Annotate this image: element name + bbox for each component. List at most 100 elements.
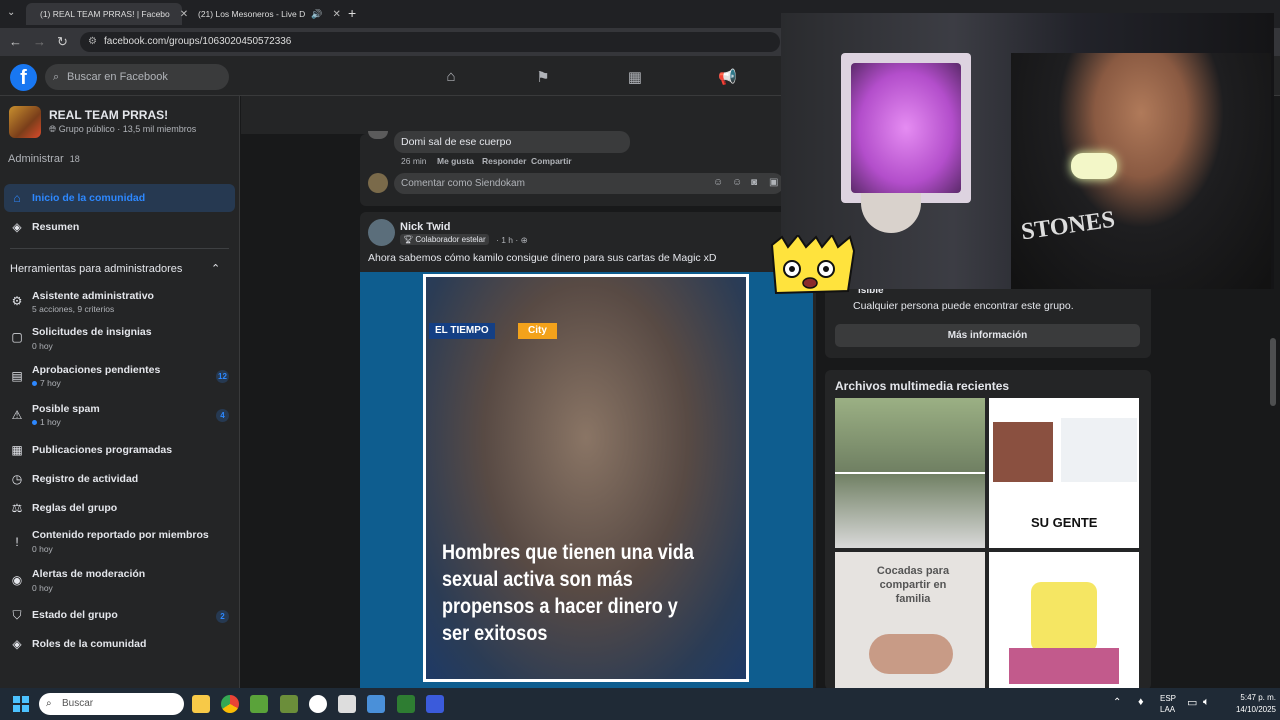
media-thumbnail[interactable]: Cocadas para compartir en familia — [835, 552, 985, 688]
network-icon[interactable]: ▭ — [1187, 696, 1197, 709]
facebook-logo-icon[interactable]: f — [10, 64, 37, 91]
post-time[interactable]: · 1 h · ⊕ — [496, 235, 528, 246]
sidebar-item-group-status[interactable]: ⛉ Estado del grupo 2 — [4, 601, 235, 629]
taskbar-search-placeholder: Buscar — [62, 698, 94, 709]
facebook-search-input[interactable]: ⌕ Buscar en Facebook — [45, 64, 229, 90]
sidebar-item-scheduled-posts[interactable]: ▦ Publicaciones programadas — [4, 436, 235, 464]
flag-nav-icon[interactable]: ⚑ — [534, 68, 552, 86]
forward-icon[interactable]: → — [33, 34, 46, 49]
microphone — [1071, 153, 1117, 179]
post-text: Ahora sabemos cómo kamilo consigue diner… — [368, 252, 717, 264]
emoji-icon[interactable]: ☺ — [732, 177, 742, 188]
home-nav-icon[interactable]: ⌂ — [442, 68, 460, 86]
clock-date[interactable]: 14/10/2025 — [1224, 705, 1276, 714]
url-text: facebook.com/groups/1063020450572336 — [104, 36, 292, 47]
volume-icon[interactable]: 🔈︎ — [1203, 696, 1210, 709]
comment-input[interactable]: Comentar como Siendokam — [394, 173, 784, 194]
collapse-chevron-icon[interactable]: ⌃ — [211, 262, 220, 275]
search-placeholder: Buscar en Facebook — [67, 71, 168, 83]
tray-chevron-icon[interactable]: ⌃ — [1113, 697, 1121, 708]
app-icon[interactable] — [309, 695, 327, 713]
media-app-icon[interactable] — [397, 695, 415, 713]
post-author-avatar[interactable] — [368, 219, 395, 246]
notepad-icon[interactable] — [338, 695, 356, 713]
sidebar-item-label: Registro de actividad — [32, 473, 139, 485]
sidebar-item-summary[interactable]: ◈ Resumen — [4, 213, 235, 241]
keyboard-layout[interactable]: LAA — [1160, 705, 1175, 714]
sidebar-item-label: Roles de la comunidad — [32, 638, 147, 650]
sidebar-item-activity-log[interactable]: ◷ Registro de actividad — [4, 465, 235, 493]
admin-sidebar: REAL TEAM PRRAS! 🌐︎ Grupo público · 13,5… — [0, 96, 240, 688]
camera-icon[interactable]: ◙ — [751, 177, 757, 188]
avatar-sticker-icon[interactable]: ☺ — [713, 177, 723, 188]
sidebar-item-sub: 0 hoy — [32, 341, 53, 351]
back-icon[interactable]: ← — [9, 34, 22, 49]
group-name[interactable]: REAL TEAM PRRAS! — [49, 108, 168, 122]
vscode-like-icon[interactable] — [426, 695, 444, 713]
sidebar-item-admin-assistant[interactable]: ⚙ Asistente administrativo 5 acciones, 9… — [4, 285, 235, 317]
minecraft-icon[interactable] — [250, 695, 268, 713]
admin-tools-title: Herramientas para administradores — [10, 263, 183, 275]
sidebar-item-label: Solicitudes de insignias — [32, 326, 152, 338]
pc-lighting — [851, 63, 961, 193]
sidebar-item-moderation-alerts[interactable]: ◉ Alertas de moderación 0 hoy — [4, 564, 235, 596]
sidebar-item-group-rules[interactable]: ⚖ Reglas del grupo — [4, 494, 235, 522]
language-indicator[interactable]: ESP — [1160, 694, 1176, 703]
gear-icon: ⚙ — [11, 294, 23, 308]
page-scrollbar[interactable] — [1270, 338, 1276, 406]
comment-like-button[interactable]: Me gusta — [437, 156, 474, 166]
chrome-icon[interactable] — [221, 695, 239, 713]
group-meta-text: Grupo público · 13,5 mil miembros — [58, 124, 197, 134]
media-thumbnail[interactable] — [835, 398, 985, 548]
rules-icon: ⚖ — [11, 501, 23, 515]
file-explorer-icon[interactable] — [192, 695, 210, 713]
group-avatar[interactable] — [9, 106, 41, 138]
clock-time[interactable]: 5:47 p. m. — [1226, 693, 1276, 702]
game-icon[interactable] — [280, 695, 298, 713]
comment-share-button[interactable]: Compartir — [531, 156, 572, 166]
post-author-name[interactable]: Nick Twid — [400, 221, 451, 233]
taskbar-search-input[interactable]: ⌕ Buscar — [39, 693, 184, 715]
sidebar-item-badge-requests[interactable]: ▢ Solicitudes de insignias 0 hoy — [4, 321, 235, 353]
comment-reply-button[interactable]: Responder — [482, 156, 526, 166]
reload-icon[interactable]: ↻ — [57, 34, 68, 50]
shield-icon: ⛉ — [12, 608, 22, 622]
count-badge: 12 — [216, 370, 229, 383]
megaphone-nav-icon[interactable]: 📢 — [718, 68, 737, 86]
thumb-food — [869, 634, 953, 674]
tab-list-chevron-icon[interactable]: ⌄ — [7, 7, 15, 18]
media-tag-city: City — [518, 323, 557, 339]
sidebar-item-label: Asistente administrativo — [32, 290, 154, 302]
sidebar-item-sub: 1 hoy — [40, 417, 61, 427]
more-info-button[interactable]: Más información — [835, 324, 1140, 347]
gif-icon[interactable]: ▣ — [769, 177, 778, 188]
sidebar-item-community-roles[interactable]: ◈ Roles de la comunidad — [4, 630, 235, 658]
site-settings-icon[interactable]: ⚙ — [88, 32, 97, 52]
sidebar-item-reported-content[interactable]: ! Contenido reportado por miembros 0 hoy — [4, 526, 235, 558]
tab-facebook[interactable]: (1) REAL TEAM PRRAS! | Facebo ✕ — [26, 3, 188, 25]
thumb-photo — [993, 422, 1053, 482]
close-tab-icon[interactable]: ✕ — [332, 9, 340, 20]
thumb-character — [1031, 582, 1097, 652]
windows-start-icon[interactable] — [13, 696, 29, 712]
thumb-map — [1061, 418, 1137, 482]
sidebar-item-label: Inicio de la comunidad — [32, 192, 146, 204]
search-icon: ⌕ — [46, 698, 52, 709]
windows-taskbar: ⌕ Buscar ⌃ ♦ ESP LAA ▭ 🔈︎ 5:47 p. m. 14/… — [0, 688, 1280, 720]
media-thumbnail[interactable] — [989, 552, 1139, 688]
new-tab-button[interactable]: + — [348, 5, 356, 21]
calculator-icon[interactable] — [367, 695, 385, 713]
insights-nav-icon[interactable]: ▦ — [626, 68, 644, 86]
clock-icon: ◷ — [11, 472, 23, 486]
report-icon: ! — [15, 535, 19, 549]
sidebar-item-pending-approvals[interactable]: ▤ Aprobaciones pendientes 7 hoy 12 — [4, 359, 235, 391]
tab-youtube[interactable]: (21) Los Mesoneros - Live D 🔊 ✕ — [184, 3, 346, 25]
post-media-image[interactable]: EL TIEMPO City Hombres que tienen una vi… — [423, 274, 749, 682]
url-field[interactable]: ⚙ facebook.com/groups/1063020450572336 — [80, 32, 780, 52]
sidebar-item-label: Alertas de moderación — [32, 568, 146, 580]
media-thumbnail[interactable]: SU GENTE — [989, 398, 1139, 548]
sidebar-item-community-home[interactable]: ⌂ Inicio de la comunidad — [4, 184, 235, 212]
calendar-icon: ▦ — [11, 443, 23, 457]
sidebar-item-possible-spam[interactable]: ⚠ Posible spam 1 hoy 4 — [4, 398, 235, 430]
location-icon[interactable]: ♦ — [1138, 696, 1144, 708]
